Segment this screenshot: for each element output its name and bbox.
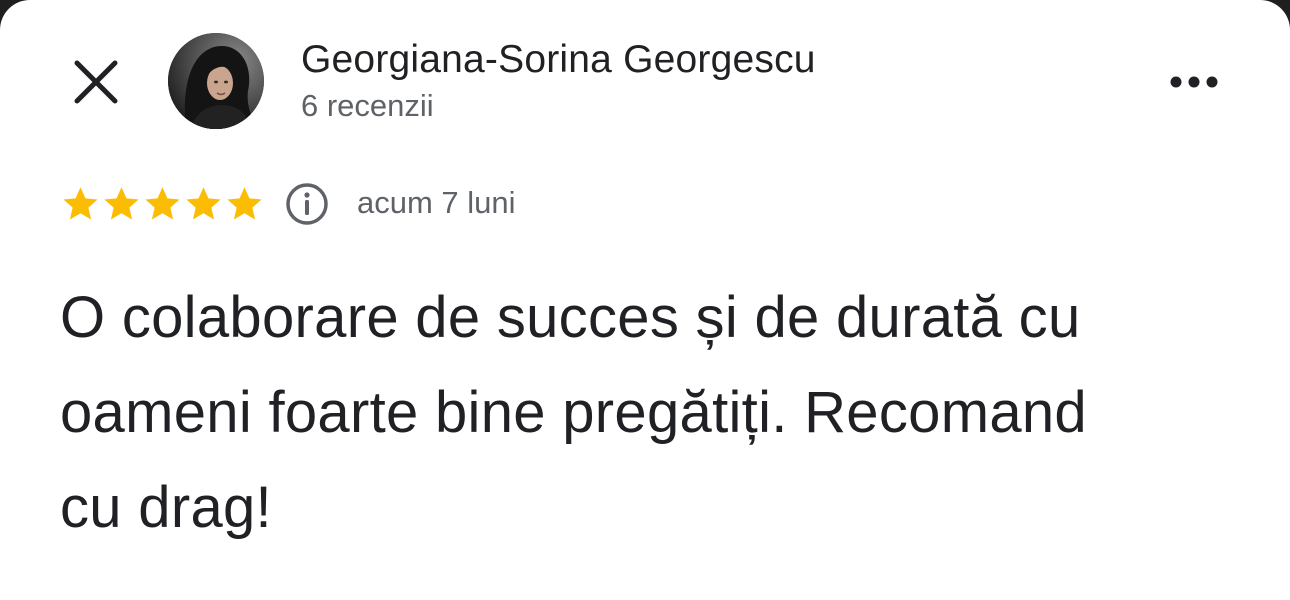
info-icon <box>286 183 328 225</box>
avatar[interactable] <box>168 33 264 129</box>
review-time: acum 7 luni <box>357 185 516 220</box>
more-horizontal-icon <box>1170 76 1218 88</box>
star-rating <box>60 183 265 227</box>
star-icon <box>104 187 139 220</box>
author-review-count: 6 recenzii <box>301 88 434 123</box>
more-options-button[interactable] <box>1160 62 1228 102</box>
star-icon <box>63 187 98 220</box>
info-button[interactable] <box>284 181 330 227</box>
star-icon <box>145 187 180 220</box>
close-button[interactable] <box>64 50 128 114</box>
avatar-photo <box>168 33 264 129</box>
review-text: O colaborare de succes și de durată cu o… <box>60 285 1087 540</box>
close-icon <box>74 60 118 104</box>
star-icon <box>227 187 262 220</box>
review-card: Georgiana-Sorina Georgescu 6 recenzii ac… <box>0 0 1290 600</box>
star-icon <box>186 187 221 220</box>
author-name[interactable]: Georgiana-Sorina Georgescu <box>301 38 816 82</box>
